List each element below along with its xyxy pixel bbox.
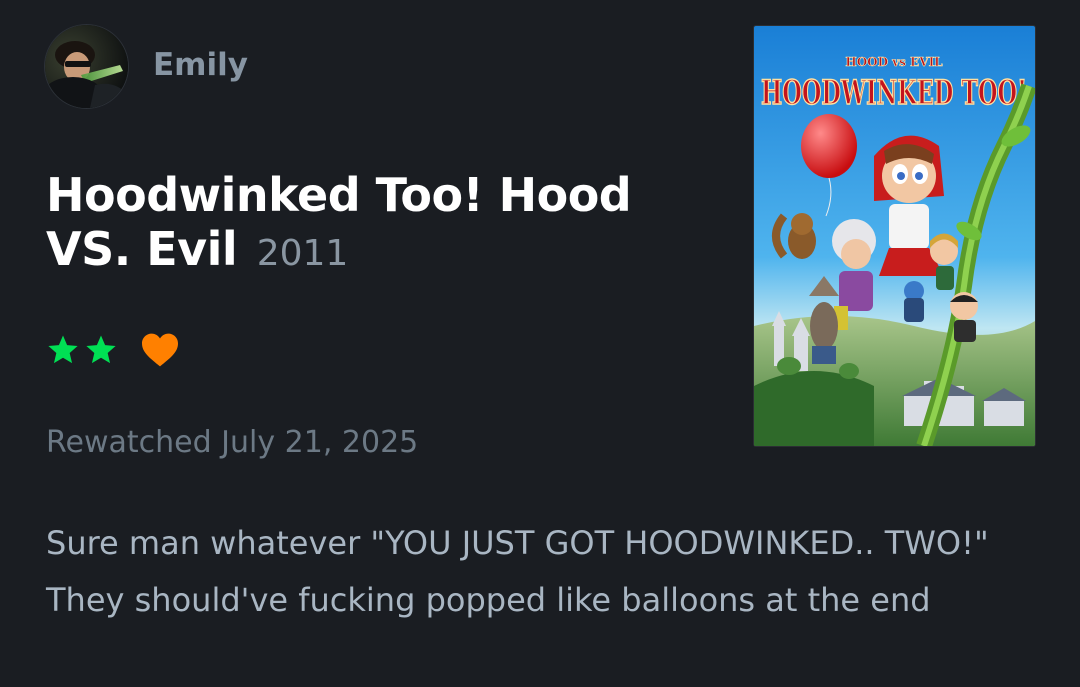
star-icon	[86, 335, 116, 364]
heart-icon	[142, 333, 178, 367]
film-year[interactable]: 2011	[257, 233, 349, 274]
user-avatar[interactable]	[45, 25, 128, 108]
rating-row	[46, 333, 180, 367]
watched-date[interactable]: Rewatched July 21, 2025	[46, 428, 418, 458]
poster-image: HOOD vs EVIL HOODWINKED TOO!	[754, 26, 1035, 446]
star-icon	[48, 335, 78, 364]
film-poster[interactable]: HOOD vs EVIL HOODWINKED TOO!	[754, 26, 1035, 446]
username[interactable]: Emily	[153, 50, 248, 81]
review-body: Sure man whatever "YOU JUST GOT HOODWINK…	[46, 524, 989, 619]
poster-title: HOODWINKED TOO!	[761, 73, 1027, 113]
avatar-photo	[45, 25, 128, 108]
poster-subtitle: HOOD vs EVIL	[845, 55, 943, 69]
film-heading: Hoodwinked Too! Hood VS. Evil 2011	[46, 168, 686, 281]
